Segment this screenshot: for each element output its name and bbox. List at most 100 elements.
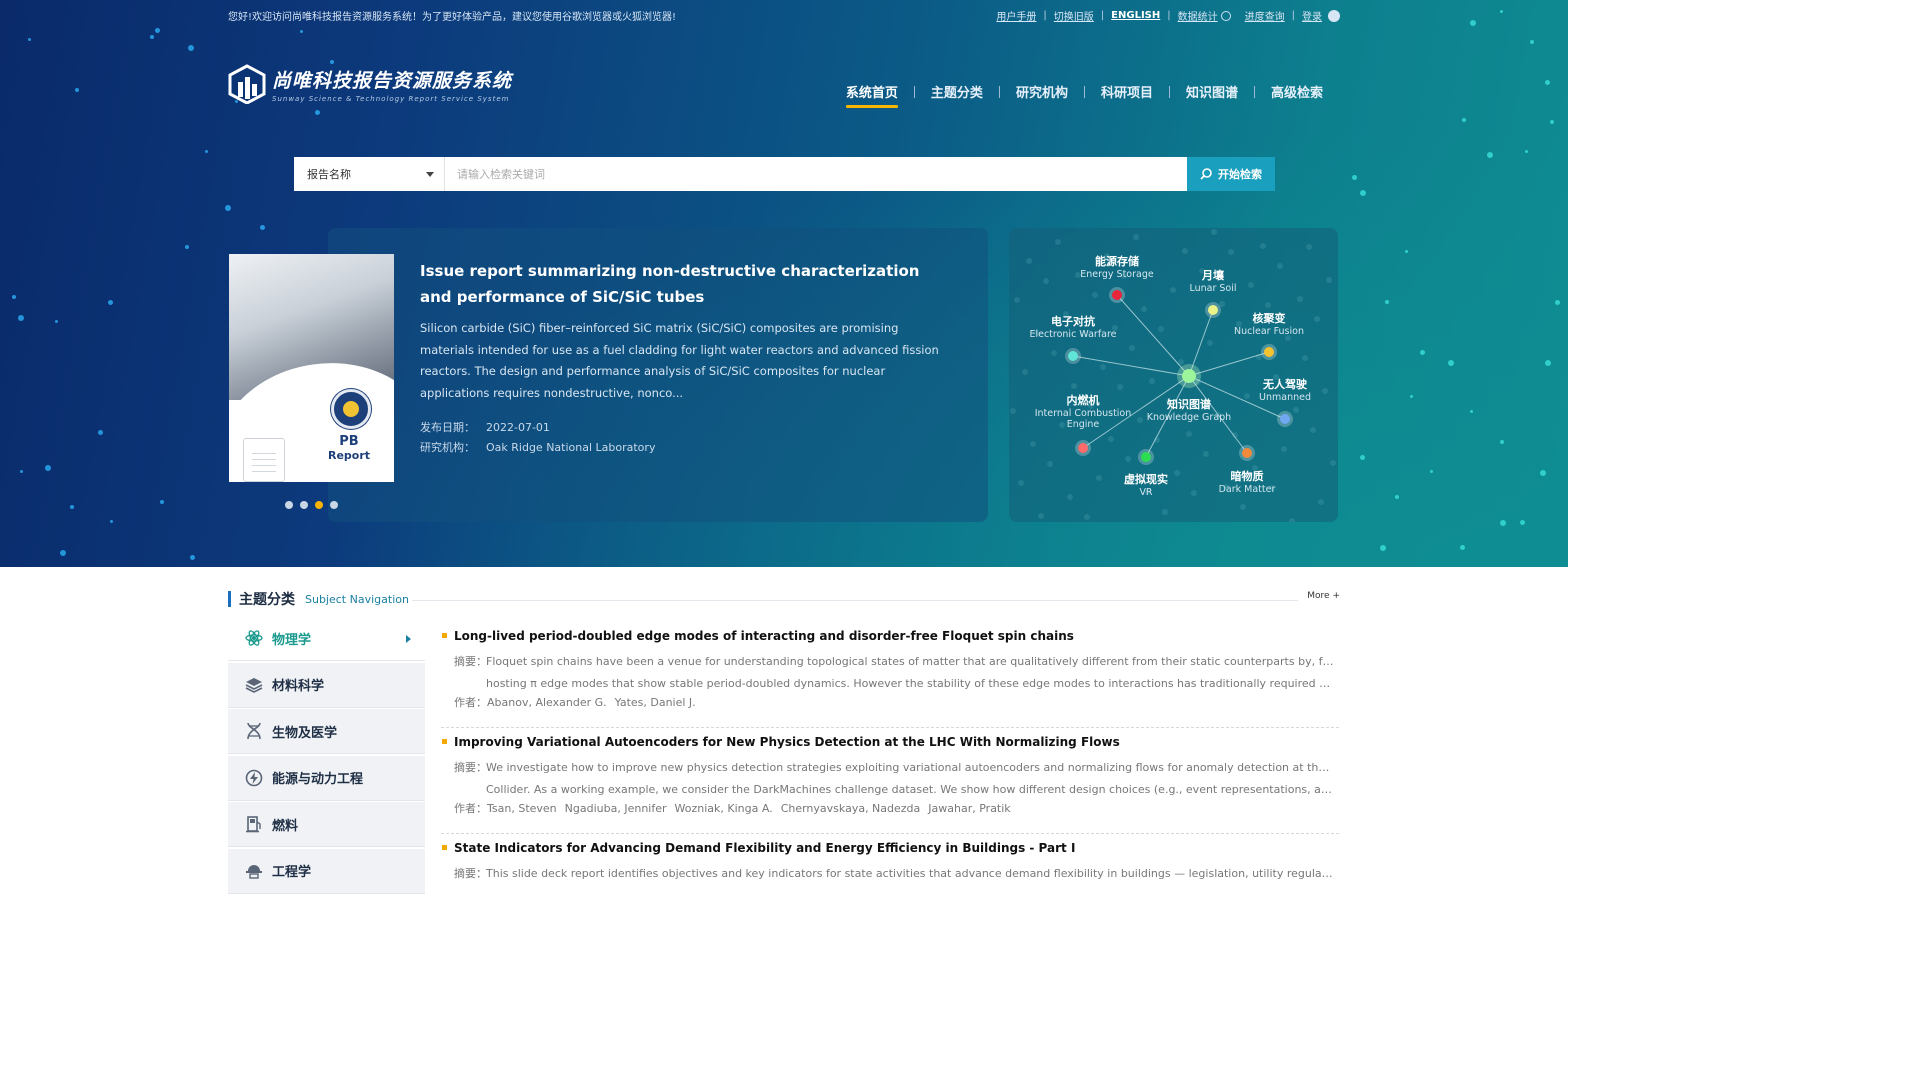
kg-node-dot (1208, 305, 1218, 315)
bullet-icon (442, 845, 447, 850)
search-button[interactable]: 开始检索 (1187, 157, 1275, 191)
layers-icon (245, 676, 263, 694)
search-field-value: 报告名称 (307, 168, 351, 181)
kg-node-combustion-engine[interactable]: 内燃机 Internal Combustion Engine (1028, 392, 1138, 430)
bullet-icon (442, 739, 447, 744)
logo-title: 尚唯科技报告资源服务系统 (272, 69, 513, 92)
article-abstract: 摘要：Floquet spin chains have been a venue… (454, 655, 1334, 690)
article-abstract: 摘要：This slide deck report identifies obj… (454, 867, 1334, 880)
nav-home[interactable]: 系统首页 (830, 82, 914, 108)
kg-node-dark-matter[interactable]: 暗物质 Dark Matter (1219, 468, 1276, 495)
bullet-icon (442, 633, 447, 638)
logo-subtitle: Sunway Science & Technology Report Servi… (272, 94, 510, 103)
caret-down-icon (426, 171, 434, 177)
list-item: Long-lived period-doubled edge modes of … (441, 622, 1339, 728)
author-name[interactable]: Chernyavskaya, Nadezda (781, 802, 921, 815)
subject-item-biomedicine[interactable]: 生物及医学 (228, 709, 425, 754)
report-title[interactable]: Issue report summarizing non-destructive… (420, 258, 920, 310)
search-bar: 报告名称 开始检索 (294, 157, 1275, 191)
kg-node-vr[interactable]: 虚拟现实 VR (1124, 471, 1168, 498)
report-date: 发布日期： 2022-07-01 (420, 421, 550, 434)
knowledge-graph-network (1009, 228, 1336, 522)
kg-node-dot (1078, 443, 1088, 453)
top-bar: 您好!欢迎访问尚唯科技报告资源服务系统！为了更好体验产品，建议您使用谷歌浏览器或… (228, 8, 1340, 24)
subject-item-materials[interactable]: 材料科学 (228, 662, 425, 708)
pager-dot[interactable] (300, 501, 308, 509)
search-input[interactable] (445, 157, 1187, 191)
power-icon (245, 769, 263, 787)
knowledge-graph-panel[interactable]: 能源存储 Energy Storage 月壤 Lunar Soil 核聚变 Nucle… (1009, 228, 1338, 522)
section-subtitle: Subject Navigation (305, 593, 409, 606)
user-manual-link[interactable]: 用户手册 (996, 8, 1036, 23)
english-link[interactable]: ENGLISH (1111, 10, 1160, 21)
dna-icon (245, 722, 263, 740)
kg-node-center[interactable]: 知识图谱 Knowledge Graph (1147, 396, 1231, 423)
more-link[interactable]: More + (1307, 591, 1340, 601)
kg-node-dot (1112, 290, 1122, 300)
article-authors: 作者：Tsan, Steven Ngadiuba, Jennifer Wozniak… (454, 802, 1011, 815)
nav-advanced-search[interactable]: 高级检索 (1255, 82, 1339, 101)
hero-banner: 您好!欢迎访问尚唯科技报告资源服务系统！为了更好体验产品，建议您使用谷歌浏览器或… (0, 0, 1568, 567)
subject-navigation-header: 主题分类 Subject Navigation More + (228, 589, 1340, 609)
report-cover[interactable]: PB Report (229, 254, 394, 482)
login-link[interactable]: 登录 (1302, 8, 1322, 23)
kg-node-dot (1068, 351, 1078, 361)
switch-old-version-link[interactable]: 切换旧版 (1054, 8, 1094, 23)
author-name[interactable]: Abanov, Alexander G. (487, 696, 607, 709)
welcome-text: 您好!欢迎访问尚唯科技报告资源服务系统！为了更好体验产品，建议您使用谷歌浏览器或… (228, 12, 677, 23)
nav-knowledge-graph[interactable]: 知识图谱 (1170, 82, 1254, 101)
site-logo[interactable]: 尚唯科技报告资源服务系统 Sunway Science & Technology… (228, 64, 512, 104)
progress-query-link[interactable]: 进度查询 (1245, 8, 1285, 23)
nav-institutions[interactable]: 研究机构 (1000, 82, 1084, 101)
kg-node-dot (1141, 452, 1151, 462)
carousel-pager (285, 501, 338, 509)
cover-subtitle: Report (327, 449, 371, 462)
author-name[interactable]: Jawahar, Pratik (928, 802, 1010, 815)
author-name[interactable]: Ngadiuba, Jennifer (565, 802, 667, 815)
subject-item-fuel[interactable]: 燃料 (228, 802, 425, 847)
kg-node-energy-storage[interactable]: 能源存储 Energy Storage (1080, 253, 1153, 280)
article-title[interactable]: State Indicators for Advancing Demand Fl… (454, 841, 1075, 855)
cover-title: PB (339, 434, 359, 449)
kg-node-nuclear-fusion[interactable]: 核聚变 Nuclear Fusion (1234, 310, 1304, 337)
kg-node-electronic-warfare[interactable]: 电子对抗 Electronic Warfare (1029, 313, 1116, 340)
chevron-right-icon (406, 635, 411, 643)
report-institution: 研究机构： Oak Ridge National Laboratory (420, 441, 656, 454)
nav-subjects[interactable]: 主题分类 (915, 82, 999, 101)
data-statistics-link[interactable]: 数据统计 (1178, 8, 1218, 23)
list-item: Improving Variational Autoencoders for N… (441, 728, 1339, 834)
search-field-select[interactable]: 报告名称 (294, 157, 445, 191)
pager-dot[interactable] (285, 501, 293, 509)
report-description: Silicon carbide (SiC) fiber–reinforced S… (420, 321, 939, 400)
globe-icon (1220, 10, 1231, 21)
search-icon (1200, 168, 1212, 180)
kg-node-dot (1280, 414, 1290, 424)
nav-projects[interactable]: 科研项目 (1085, 82, 1169, 101)
pager-dot-active[interactable] (315, 501, 323, 509)
fuel-icon (245, 815, 263, 833)
author-name[interactable]: Yates, Daniel J. (615, 696, 696, 709)
handshake-photo (229, 254, 394, 469)
atom-icon (245, 629, 263, 647)
subject-item-energy[interactable]: 能源与动力工程 (228, 755, 425, 801)
user-icon[interactable] (1328, 9, 1340, 22)
engineering-icon (245, 862, 263, 880)
article-title[interactable]: Improving Variational Autoencoders for N… (454, 735, 1120, 749)
subject-sidebar: 物理学 材料科学 生物及医学 能源与动力工程 燃料 工程学 (228, 616, 425, 895)
section-title: 主题分类 (239, 592, 295, 608)
subject-item-physics[interactable]: 物理学 (228, 616, 425, 661)
main-nav: 系统首页 主题分类 研究机构 科研项目 知识图谱 高级检索 (830, 82, 1339, 108)
kg-node-unmanned[interactable]: 无人驾驶 Unmanned (1259, 376, 1311, 403)
subject-item-engineering[interactable]: 工程学 (228, 848, 425, 894)
document-icon (243, 438, 285, 482)
agency-seal-icon (331, 389, 371, 429)
pager-dot[interactable] (330, 501, 338, 509)
author-name[interactable]: Tsan, Steven (487, 802, 557, 815)
author-name[interactable]: Wozniak, Kinga A. (675, 802, 773, 815)
article-authors: 作者：Abanov, Alexander G. Yates, Daniel J. (454, 696, 696, 709)
kg-node-lunar-soil[interactable]: 月壤 Lunar Soil (1189, 267, 1236, 294)
article-abstract: 摘要：We investigate how to improve new phy… (454, 761, 1334, 796)
article-title[interactable]: Long-lived period-doubled edge modes of … (454, 629, 1074, 643)
kg-node-dot (1242, 448, 1252, 458)
kg-center-dot (1182, 369, 1196, 383)
